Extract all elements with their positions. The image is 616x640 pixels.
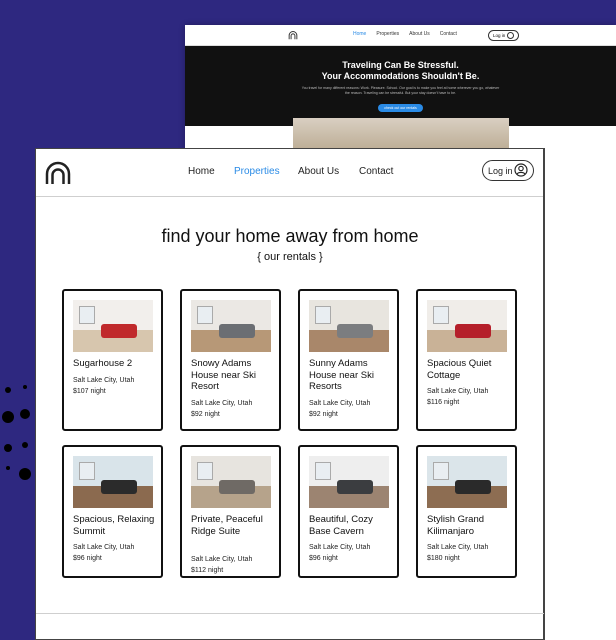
back-hero-title-1: Traveling Can Be Stressful. (342, 60, 459, 70)
back-nav-contact[interactable]: Contact (440, 31, 457, 37)
listing-name[interactable]: Stylish Grand Kilimanjaro (427, 514, 513, 537)
listing-photo[interactable] (427, 456, 507, 508)
back-cta-button[interactable]: check out our rentals (378, 104, 423, 112)
front-page-mockup: Home Properties About Us Contact Log in … (35, 148, 545, 640)
nav-about[interactable]: About Us (298, 166, 339, 177)
listing-location: Salt Lake City, Utah (309, 399, 371, 407)
logo-icon[interactable] (45, 161, 71, 185)
listing-photo[interactable] (191, 456, 271, 508)
nav-properties[interactable]: Properties (234, 166, 280, 177)
listing-card[interactable]: Sugarhouse 2 Salt Lake City, Utah $107 nig… (62, 289, 163, 431)
nav-home[interactable]: Home (188, 166, 215, 177)
back-login-label: Log in (493, 33, 506, 38)
listing-name[interactable]: Sunny Adams House near Ski Resorts (309, 358, 395, 393)
listing-card[interactable]: Spacious, Relaxing Summit Salt Lake City,… (62, 445, 163, 578)
listing-location: Salt Lake City, Utah (191, 555, 253, 563)
listing-photo[interactable] (191, 300, 271, 352)
listing-name[interactable]: Private, Peaceful Ridge Suite (191, 514, 277, 537)
back-nav-properties[interactable]: Properties (376, 31, 399, 37)
back-hero: Traveling Can Be Stressful. Your Accommo… (185, 46, 616, 126)
decor-dot (22, 442, 28, 448)
listing-photo[interactable] (427, 300, 507, 352)
decor-dot (20, 409, 30, 419)
listing-price: $112 night (191, 566, 224, 574)
user-icon (514, 163, 528, 177)
listing-price: $92 night (191, 410, 220, 418)
listing-card[interactable]: Private, Peaceful Ridge Suite Salt Lake C… (180, 445, 281, 578)
decor-dot (19, 468, 31, 480)
back-nav-home[interactable]: Home (353, 31, 366, 37)
listing-card[interactable]: Beautiful, Cozy Base Cavern Salt Lake Cit… (298, 445, 399, 578)
listing-card[interactable]: Stylish Grand Kilimanjaro Salt Lake City,… (416, 445, 517, 578)
listing-name[interactable]: Spacious, Relaxing Summit (73, 514, 159, 537)
back-login-button[interactable]: Log in (488, 30, 520, 41)
page-heading: find your home away from home (161, 226, 419, 246)
listing-card[interactable]: Sunny Adams House near Ski Resorts Salt L… (298, 289, 399, 431)
section-divider (36, 613, 544, 614)
back-hero-title-2: Your Accommodations Shouldn't Be. (321, 71, 480, 81)
listing-name[interactable]: Sugarhouse 2 (73, 358, 159, 370)
listing-price: $96 night (309, 555, 338, 562)
listing-name[interactable]: Snowy Adams House near Ski Resort (191, 358, 277, 393)
back-menu: Home Properties About Us Contact (353, 31, 457, 37)
decor-dot (2, 411, 14, 423)
navbar: Home Properties About Us Contact Log in (36, 149, 543, 197)
listing-location: Salt Lake City, Utah (73, 376, 135, 384)
listing-card[interactable]: Spacious Quiet Cottage Salt Lake City, Ut… (416, 289, 517, 431)
listing-photo[interactable] (309, 456, 389, 508)
listing-location: Salt Lake City, Utah (309, 544, 371, 551)
listing-name[interactable]: Spacious Quiet Cottage (427, 358, 513, 381)
listing-price: $96 night (73, 555, 102, 562)
listing-price: $180 night (427, 555, 460, 562)
listing-photo[interactable] (309, 300, 389, 352)
nav-contact[interactable]: Contact (359, 166, 393, 177)
decor-dot (23, 385, 27, 389)
back-hero-text: You travel for many different reasons: W… (301, 86, 500, 95)
decor-dot (4, 444, 12, 452)
decor-dot (5, 387, 11, 393)
back-nav-about[interactable]: About Us (409, 31, 430, 37)
back-logo-icon (288, 31, 298, 40)
page-subheading: { our rentals } (257, 251, 323, 263)
listing-location: Salt Lake City, Utah (427, 544, 489, 551)
listing-photo[interactable] (73, 300, 153, 352)
listing-price: $116 night (427, 399, 460, 406)
listing-location: Salt Lake City, Utah (427, 388, 489, 395)
listing-price: $92 night (309, 410, 338, 418)
back-navbar: Home Properties About Us Contact Log in (185, 25, 616, 46)
listing-name[interactable]: Beautiful, Cozy Base Cavern (309, 514, 395, 537)
listing-photo[interactable] (73, 456, 153, 508)
listing-price: $107 night (73, 387, 106, 395)
listing-location: Salt Lake City, Utah (73, 544, 135, 551)
login-label: Log in (488, 166, 513, 176)
back-user-icon (507, 32, 515, 39)
login-button[interactable]: Log in (482, 160, 534, 181)
listing-location: Salt Lake City, Utah (191, 399, 253, 407)
decor-dot (6, 466, 10, 470)
listing-card[interactable]: Snowy Adams House near Ski Resort Salt La… (180, 289, 281, 431)
